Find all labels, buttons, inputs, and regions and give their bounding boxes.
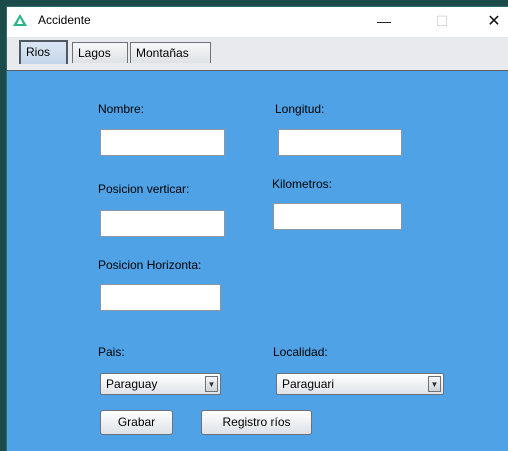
window-title: Accidente [38,13,91,27]
tab-rios[interactable]: Rios [19,40,68,64]
kilometros-label: Kilometros: [272,177,333,191]
localidad-selected-value: Paraguari [282,377,335,391]
tab-strip: Rios Lagos Montañas [7,37,508,71]
tab-montanas[interactable]: Montañas [130,42,211,63]
chevron-down-icon[interactable]: ▼ [428,376,441,392]
pais-selected-value: Paraguay [106,377,158,391]
grabar-button[interactable]: Grabar [100,410,173,435]
nombre-input[interactable] [100,129,225,156]
rios-panel: Nombre: Longitud: Posicion verticar: Kil… [7,71,508,451]
longitud-label: Longitud: [275,102,325,116]
posicion-vertical-input[interactable] [100,210,225,237]
close-button[interactable]: ✕ [479,11,508,31]
localidad-label: Localidad: [273,345,328,359]
app-triangle-icon [13,14,27,26]
localidad-dropdown[interactable]: Paraguari ▼ [276,373,444,395]
maximize-button[interactable]: ☐ [427,11,457,31]
nombre-label: Nombre: [98,102,145,116]
posicion-horizontal-input[interactable] [100,284,221,311]
pais-dropdown[interactable]: Paraguay ▼ [100,373,221,395]
posicion-vertical-label: Posicion verticar: [98,182,190,196]
registro-rios-button[interactable]: Registro ríos [201,410,312,435]
tab-lagos[interactable]: Lagos [72,42,128,63]
longitud-input[interactable] [278,129,402,156]
minimize-button[interactable]: — [369,11,399,31]
posicion-horizontal-label: Posicion Horizonta: [98,258,202,272]
title-bar: Accidente — ☐ ✕ [7,7,508,37]
app-window: Accidente — ☐ ✕ Rios Lagos Montañas Nomb… [7,7,508,451]
chevron-down-icon[interactable]: ▼ [205,376,218,392]
kilometros-input[interactable] [273,203,402,230]
pais-label: Pais: [98,345,125,359]
